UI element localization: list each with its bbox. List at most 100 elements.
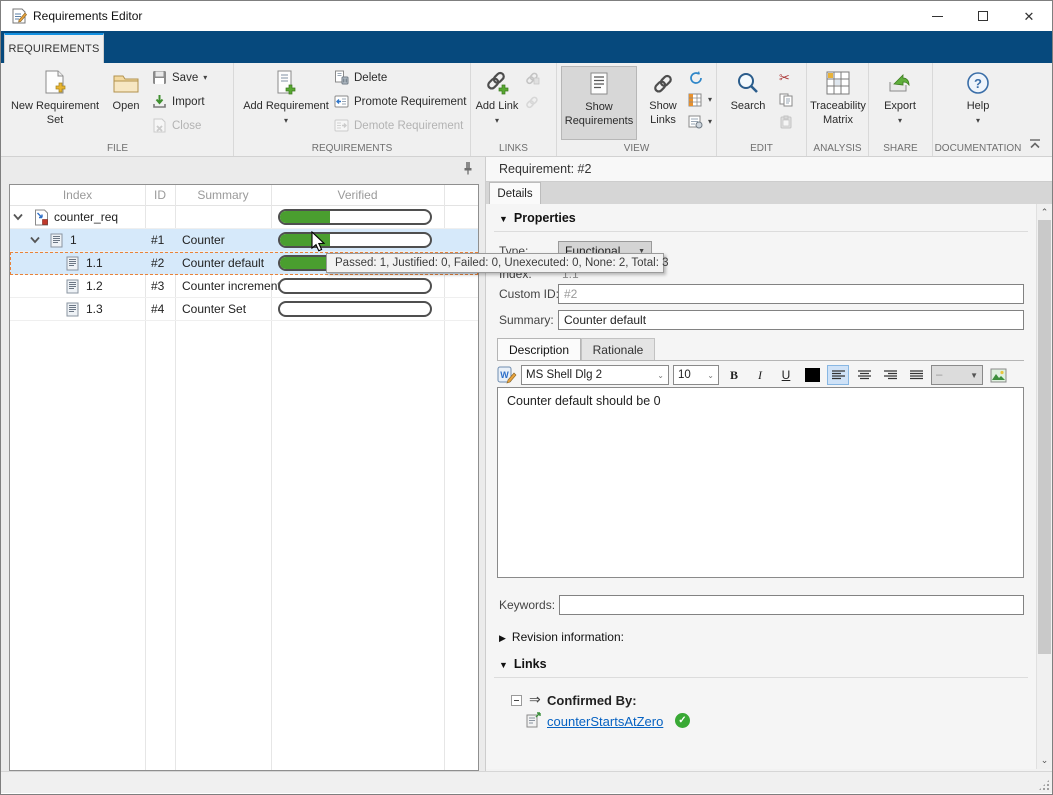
verified-bar (278, 301, 432, 317)
column-header-verified[interactable]: Verified (271, 188, 444, 202)
close-button[interactable]: ✕ (1006, 1, 1052, 31)
traceability-matrix-button[interactable]: Traceability Matrix (809, 66, 867, 140)
link-icon-disabled (525, 94, 541, 110)
font-size-dropdown[interactable]: 10 ⌄ (673, 365, 719, 385)
search-button[interactable]: Search (723, 66, 773, 140)
view-options-button[interactable]: ▾ (688, 113, 712, 130)
bold-button[interactable]: B (723, 365, 745, 385)
show-requirements-toggle[interactable]: Show Requirements (561, 66, 637, 140)
save-button[interactable]: Save ▾ (152, 69, 207, 86)
group-analysis: Traceability Matrix ANALYSIS (807, 63, 869, 156)
pin-icon[interactable] (462, 161, 474, 176)
close-icon: ✕ (1024, 10, 1035, 23)
traceability-matrix-icon (825, 66, 851, 100)
table-row[interactable]: counter_req (10, 206, 478, 229)
delete-link-icon (525, 70, 541, 86)
tab-details[interactable]: Details (489, 182, 541, 204)
chevron-down-icon[interactable] (30, 236, 40, 244)
refresh-button[interactable] (688, 69, 712, 86)
delete-button[interactable]: Delete (334, 69, 467, 86)
open-button[interactable]: Open (104, 66, 148, 140)
group-documentation: ? Help▾ DOCUMENTATION (933, 63, 1023, 156)
import-button[interactable]: Import (152, 93, 207, 110)
table-row[interactable]: 1 #1 Counter (10, 229, 478, 252)
align-left-button[interactable] (827, 365, 849, 385)
column-header-index[interactable]: Index (10, 188, 145, 202)
chevron-down-icon[interactable] (13, 213, 23, 221)
text-editor-toolbar: W MS Shell Dlg 2 ⌄ 10 ⌄ B I U – (497, 362, 1036, 388)
group-label-edit: EDIT (717, 143, 806, 154)
custom-id-field[interactable] (558, 284, 1024, 304)
summary-label: Summary: (499, 313, 554, 327)
details-scrollbar[interactable]: ⌃ ⌄ (1036, 204, 1051, 769)
minimize-icon (932, 16, 943, 17)
properties-section-header[interactable]: ▼Properties (499, 211, 576, 225)
insert-image-button[interactable] (987, 365, 1009, 385)
font-family-dropdown[interactable]: MS Shell Dlg 2 ⌄ (521, 365, 669, 385)
minimize-button[interactable] (914, 1, 960, 31)
maximize-button[interactable] (960, 1, 1006, 31)
tab-description[interactable]: Description (497, 338, 581, 360)
link-settings-button (525, 93, 541, 110)
align-center-button[interactable] (853, 365, 875, 385)
copy-button[interactable] (779, 91, 793, 108)
add-link-button[interactable]: Add Link ▾ (475, 66, 519, 140)
columns-button[interactable]: ▾ (688, 91, 712, 108)
show-links-button[interactable]: Show Links (641, 66, 685, 140)
collapse-ribbon-button[interactable] (1028, 139, 1042, 150)
summary-field[interactable] (558, 310, 1024, 330)
scroll-down-icon[interactable]: ⌄ (1039, 755, 1050, 766)
revision-info-toggle[interactable]: ▶Revision information: (499, 630, 624, 644)
help-caret-icon: ▾ (976, 116, 980, 125)
passed-check-icon: ✓ (675, 713, 690, 728)
requirement-icon (66, 256, 79, 271)
column-header-id[interactable]: ID (145, 188, 175, 202)
demote-requirement-button: Demote Requirement (334, 117, 467, 134)
cut-button[interactable]: ✂ (779, 69, 793, 86)
tab-requirements[interactable]: REQUIREMENTS (4, 33, 104, 63)
image-icon (990, 368, 1007, 383)
color-swatch-icon (805, 368, 820, 382)
table-row[interactable]: 1.3 #4 Counter Set (10, 298, 478, 321)
help-button[interactable]: ? Help▾ (955, 66, 1001, 140)
keywords-field[interactable] (559, 595, 1024, 615)
details-pane: Requirement: #2 Details ▼Properties Type… (485, 157, 1052, 773)
font-color-button[interactable] (801, 365, 823, 385)
italic-button[interactable]: I (749, 365, 771, 385)
tab-rationale[interactable]: Rationale (581, 338, 655, 360)
group-label-file: FILE (2, 143, 233, 154)
add-requirement-button[interactable]: Add Requirement ▾ (242, 66, 330, 140)
scrollbar-thumb[interactable] (1038, 220, 1051, 654)
align-justify-button[interactable] (905, 365, 927, 385)
underline-button[interactable]: U (775, 365, 797, 385)
export-button[interactable]: Export▾ (877, 66, 923, 140)
collapse-triangle-icon: ▼ (499, 660, 508, 670)
save-dropdown-caret-icon[interactable]: ▾ (203, 73, 207, 82)
table-row[interactable]: 1.2 #3 Counter increment (10, 275, 478, 298)
status-bar (1, 771, 1052, 793)
view-options-caret-icon: ▾ (708, 117, 712, 126)
description-editor[interactable]: Counter default should be 0 (497, 387, 1024, 578)
group-label-links: LINKS (471, 143, 556, 154)
add-link-caret-icon: ▾ (495, 116, 499, 125)
row-summary: Counter Set (182, 302, 246, 316)
confirmed-by-link[interactable]: counterStartsAtZero (547, 714, 663, 729)
new-requirement-set-button[interactable]: New Requirement Set (6, 66, 104, 140)
promote-requirement-button[interactable]: Promote Requirement (334, 93, 467, 110)
import-icon (152, 94, 167, 109)
scroll-up-icon[interactable]: ⌃ (1039, 207, 1050, 218)
wordpad-icon[interactable]: W (497, 366, 517, 384)
requirement-header-text: Requirement: #2 (499, 162, 591, 176)
columns-caret-icon: ▾ (708, 95, 712, 104)
links-section-header[interactable]: ▼Links (499, 657, 547, 671)
resize-grip[interactable] (1039, 780, 1049, 790)
column-header-summary[interactable]: Summary (175, 188, 271, 202)
details-tab-strip: Details (486, 182, 1052, 204)
details-content: ▼Properties Type: Functional ▼ Index: 1.… (486, 204, 1036, 769)
align-right-button[interactable] (879, 365, 901, 385)
copy-icon (779, 93, 793, 107)
row-summary: Counter default (182, 256, 264, 270)
help-icon: ? (965, 66, 991, 100)
row-id: #2 (151, 256, 164, 270)
collapse-links-box[interactable] (511, 695, 522, 706)
